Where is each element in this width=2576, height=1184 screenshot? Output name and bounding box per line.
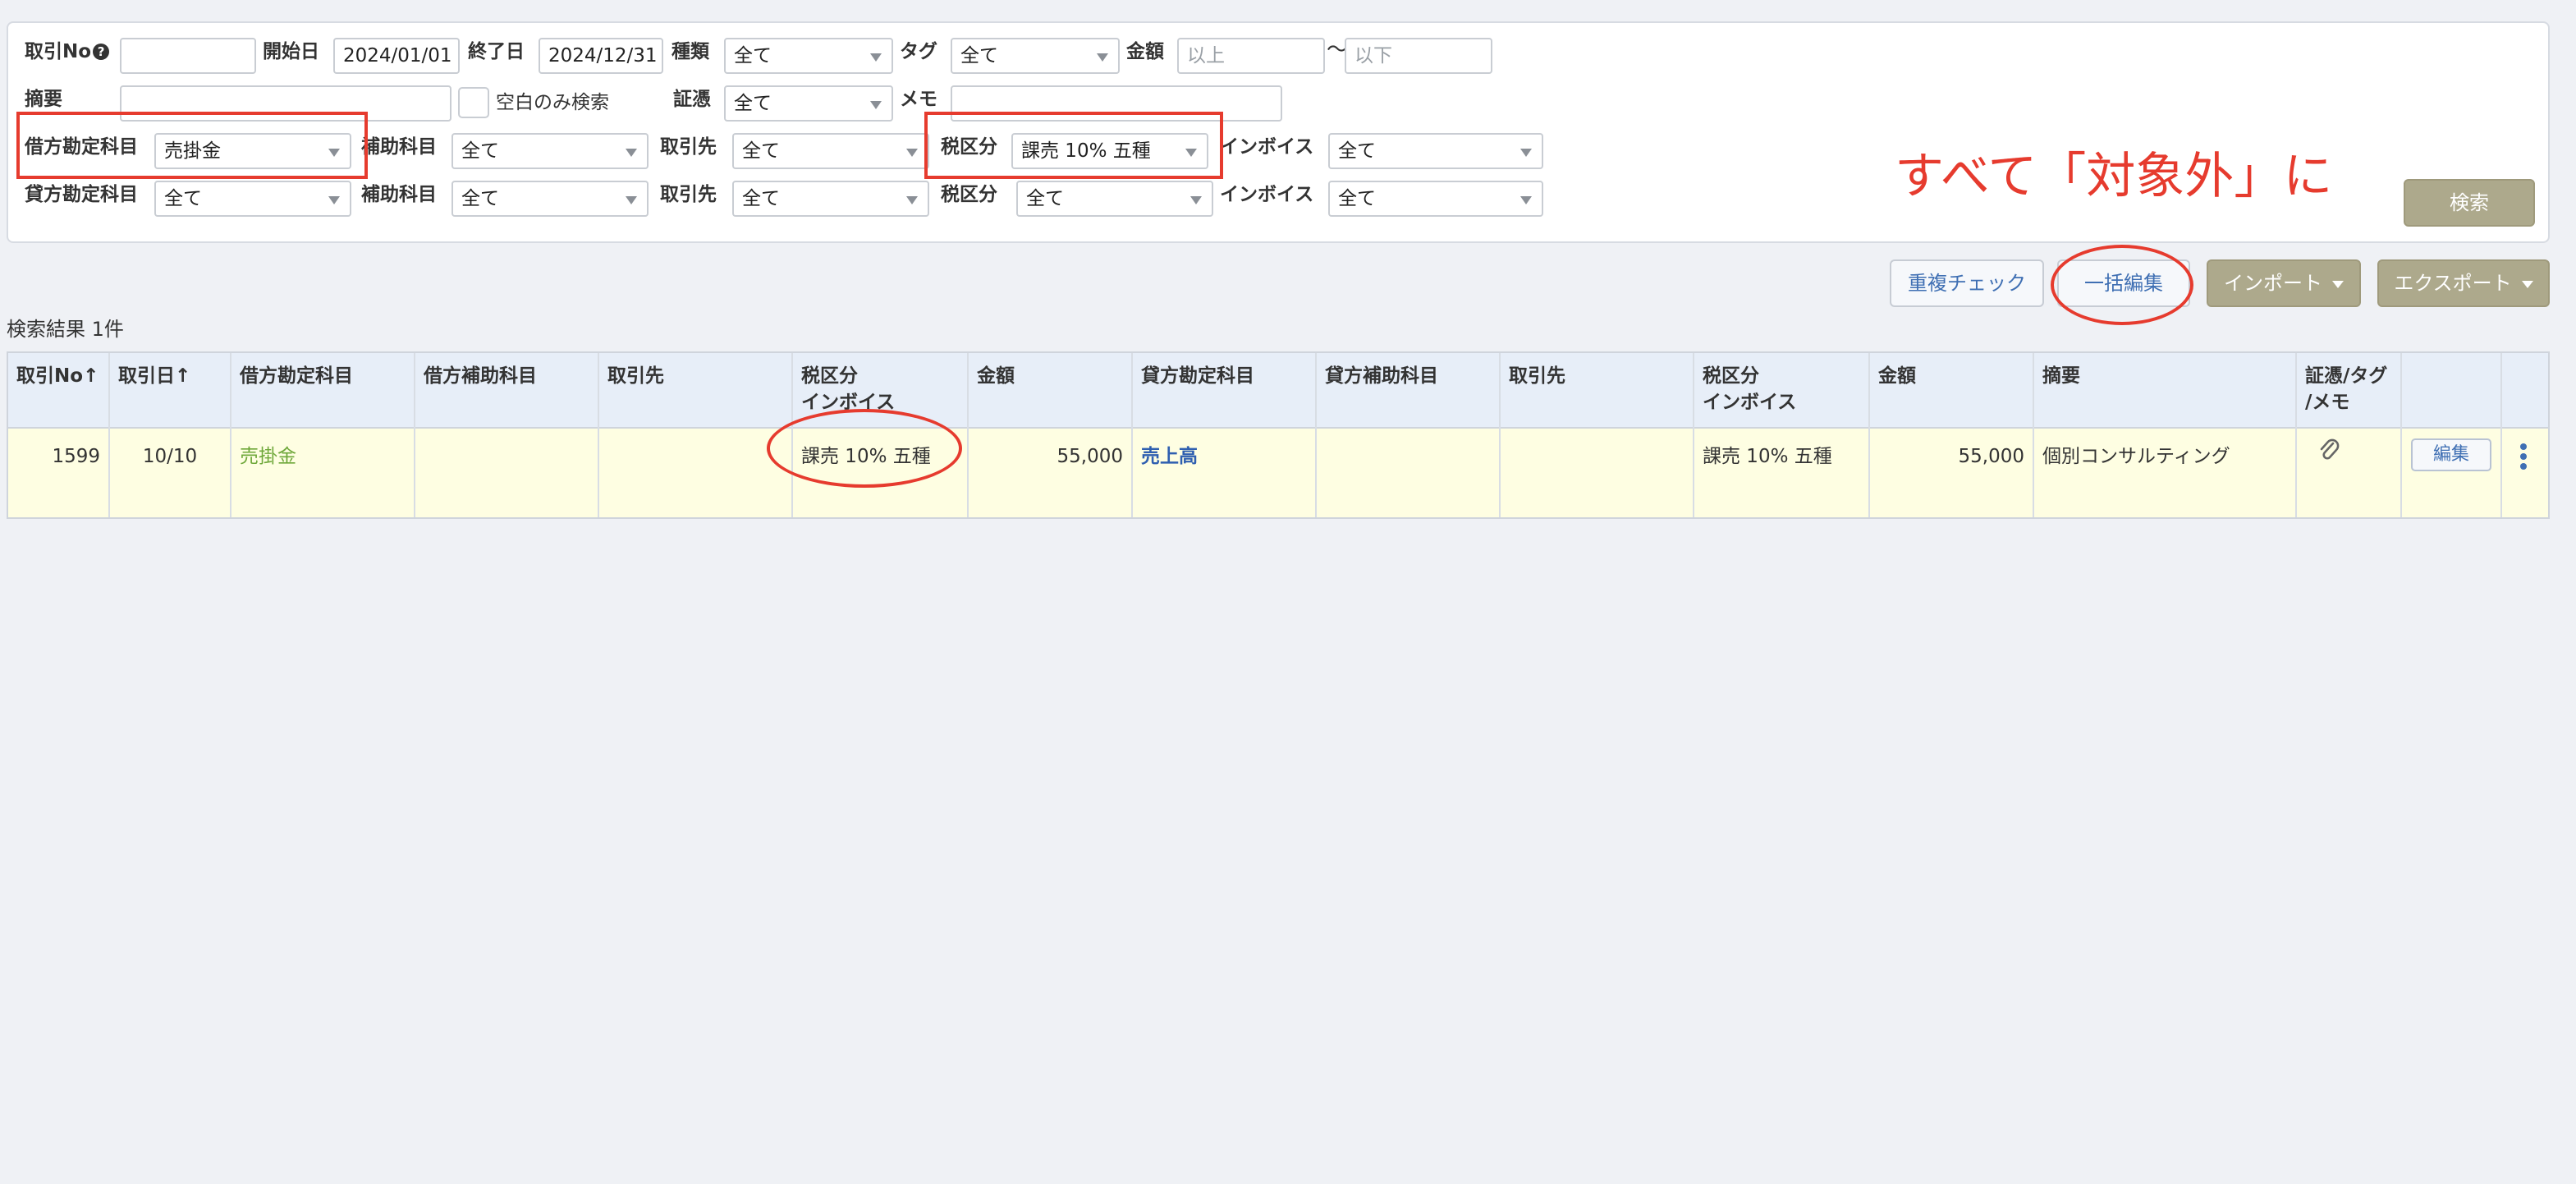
export-button[interactable]: エクスポート <box>2377 259 2550 307</box>
cell-debit-partner <box>599 429 793 517</box>
chevron-down-icon <box>2521 280 2533 288</box>
col-credit-account: 貸方勘定科目 <box>1133 353 1317 429</box>
credit-tax-label: 税区分 <box>941 184 997 205</box>
paperclip-icon[interactable] <box>2318 437 2340 465</box>
credit-tax-select[interactable]: 全て <box>1016 181 1213 217</box>
annotation-rect-tax <box>924 112 1223 179</box>
debit-sub-label: 補助科目 <box>361 136 437 158</box>
amount-max-input[interactable]: 以下 <box>1345 38 1492 74</box>
chevron-down-icon <box>870 53 882 62</box>
debit-invoice-label: インボイス <box>1220 136 1314 158</box>
start-date-label: 開始日 <box>263 41 319 62</box>
col-evidence: 証憑/タグ/メモ <box>2297 353 2402 429</box>
col-credit-tax: 税区分 インボイス <box>1694 353 1870 429</box>
credit-partner-select[interactable]: 全て <box>732 181 929 217</box>
debit-sub-select[interactable]: 全て <box>451 133 649 169</box>
col-summary: 摘要 <box>2034 353 2297 429</box>
annotation-note: すべて「対象外」に <box>1895 148 2333 205</box>
cell-credit-amount: 55,000 <box>1870 429 2034 517</box>
cell-menu <box>2502 429 2548 517</box>
start-date-input[interactable]: 2024/01/01 <box>333 38 460 74</box>
chevron-down-icon <box>1520 196 1532 204</box>
cell-debit-amount: 55,000 <box>969 429 1133 517</box>
credit-account-select[interactable]: 全て <box>154 181 351 217</box>
chevron-down-icon <box>870 101 882 109</box>
chevron-down-icon <box>1520 149 1532 157</box>
debit-partner-select[interactable]: 全て <box>732 133 929 169</box>
credit-invoice-select[interactable]: 全て <box>1328 181 1543 217</box>
credit-sub-label: 補助科目 <box>361 184 437 205</box>
credit-invoice-label: インボイス <box>1220 184 1314 205</box>
evidence-select[interactable]: 全て <box>724 85 893 122</box>
table-header-row: 取引No↑ 取引日↑ 借方勘定科目 借方補助科目 取引先 税区分 インボイス 金額… <box>8 353 2548 429</box>
end-date-label: 終了日 <box>468 41 525 62</box>
type-label: 種類 <box>672 41 709 62</box>
debit-partner-label: 取引先 <box>660 136 717 158</box>
search-button[interactable]: 検索 <box>2404 179 2535 227</box>
col-credit-partner: 取引先 <box>1501 353 1694 429</box>
col-debit-amount: 金額 <box>969 353 1133 429</box>
result-table: 取引No↑ 取引日↑ 借方勘定科目 借方補助科目 取引先 税区分 インボイス 金額… <box>7 351 2550 519</box>
result-count: 検索結果 1件 <box>7 318 124 341</box>
summary-label: 摘要 <box>25 89 62 110</box>
debit-invoice-select[interactable]: 全て <box>1328 133 1543 169</box>
duplicate-check-button[interactable]: 重複チェック <box>1890 259 2044 307</box>
cell-credit-sub <box>1317 429 1501 517</box>
cell-evidence <box>2297 429 2402 517</box>
credit-account-label: 貸方勘定科目 <box>25 184 138 205</box>
col-credit-sub: 貸方補助科目 <box>1317 353 1501 429</box>
annotation-ellipse-tax-cell <box>767 409 962 488</box>
cell-debit-sub <box>415 429 599 517</box>
sort-icon: ↑ <box>83 365 99 387</box>
credit-sub-select[interactable]: 全て <box>451 181 649 217</box>
txn-no-label: 取引No? <box>25 39 110 64</box>
more-vertical-icon[interactable] <box>2520 443 2527 473</box>
cell-credit-tax: 課売 10% 五種 <box>1694 429 1870 517</box>
cell-credit-account[interactable]: 売上高 <box>1133 429 1317 517</box>
chevron-down-icon <box>328 196 340 204</box>
annotation-ellipse-bulk-edit <box>2051 245 2193 325</box>
blank-only-label: 空白のみ検索 <box>496 92 609 113</box>
cell-debit-account: 売掛金 <box>231 429 415 517</box>
col-menu <box>2502 353 2548 429</box>
chevron-down-icon <box>1190 196 1202 204</box>
chevron-down-icon <box>626 196 637 204</box>
import-button[interactable]: インポート <box>2207 259 2361 307</box>
chevron-down-icon <box>906 149 918 157</box>
col-debit-partner: 取引先 <box>599 353 793 429</box>
help-icon[interactable]: ? <box>93 44 110 60</box>
col-txn-no[interactable]: 取引No↑ <box>8 353 110 429</box>
amount-min-input[interactable]: 以上 <box>1177 38 1325 74</box>
cell-txn-no: 1599 <box>8 429 110 517</box>
credit-partner-label: 取引先 <box>660 184 717 205</box>
col-edit <box>2402 353 2502 429</box>
chevron-down-icon <box>906 196 918 204</box>
evidence-label: 証憑 <box>673 89 711 110</box>
blank-only-checkbox[interactable] <box>458 87 489 118</box>
tag-label: タグ <box>900 41 937 62</box>
cell-summary: 個別コンサルティング <box>2034 429 2297 517</box>
edit-button[interactable]: 編集 <box>2411 438 2491 471</box>
type-select[interactable]: 全て <box>724 38 893 74</box>
tag-select[interactable]: 全て <box>951 38 1120 74</box>
annotation-rect-debit-account <box>16 112 368 179</box>
chevron-down-icon <box>626 149 637 157</box>
table-row[interactable]: 1599 10/10 売掛金 課売 10% 五種 55,000 売上高 課売 1… <box>8 429 2548 517</box>
memo-label: メモ <box>900 89 937 110</box>
cell-txn-date: 10/10 <box>110 429 231 517</box>
amount-label: 金額 <box>1126 41 1164 62</box>
cell-credit-partner <box>1501 429 1694 517</box>
chevron-down-icon <box>1097 53 1108 62</box>
end-date-input[interactable]: 2024/12/31 <box>539 38 663 74</box>
filter-panel: 取引No? 開始日 2024/01/01 終了日 2024/12/31 種類 全… <box>7 21 2550 243</box>
txn-no-input[interactable] <box>120 38 256 74</box>
col-debit-account: 借方勘定科目 <box>231 353 415 429</box>
sort-icon: ↑ <box>175 365 191 387</box>
col-credit-amount: 金額 <box>1870 353 2034 429</box>
col-debit-sub: 借方補助科目 <box>415 353 599 429</box>
chevron-down-icon <box>2332 280 2344 288</box>
cell-edit: 編集 <box>2402 429 2502 517</box>
col-txn-date[interactable]: 取引日↑ <box>110 353 231 429</box>
